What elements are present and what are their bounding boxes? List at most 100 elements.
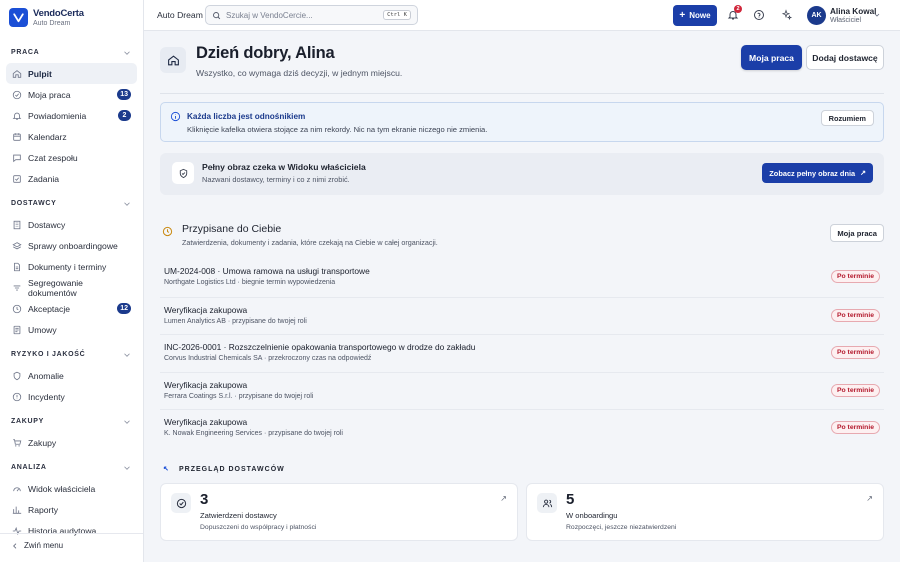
- my-work-button[interactable]: Moja praca: [830, 224, 884, 242]
- list-item[interactable]: Weryfikacja zakupowa Ferrara Coatings S.…: [160, 371, 884, 410]
- sidebar-item-powiadomienia[interactable]: Powiadomienia 2: [6, 105, 137, 126]
- sidebar-item-raporty[interactable]: Raporty: [6, 499, 137, 520]
- stat-subtitle: Rozpoczęci, jeszcze niezatwierdzeni: [566, 524, 677, 531]
- count-badge: 12: [117, 303, 131, 314]
- nav-section-label: Ryzyko i jakość: [11, 351, 86, 358]
- status-badge: Po terminie: [830, 346, 880, 359]
- nav-section-dostawcy[interactable]: Dostawcy: [0, 193, 143, 214]
- cart-icon: [13, 438, 22, 447]
- nav-section-praca[interactable]: Praca: [0, 42, 143, 63]
- nav-section-analiza[interactable]: Analiza: [0, 457, 143, 478]
- sidebar-item-zakupy[interactable]: Zakupy: [6, 432, 137, 453]
- sidebar-item-label: Powiadomienia: [28, 110, 87, 121]
- search-input[interactable]: [226, 10, 384, 20]
- user-role: Właściciel: [830, 17, 862, 24]
- overview-heading: Przegląd dostawców: [163, 465, 285, 473]
- button-label: Zobacz pełny obraz dnia: [769, 168, 856, 178]
- chevron-down-icon: [124, 352, 130, 357]
- check-circle-icon: [171, 493, 191, 513]
- sidebar-item-umowy[interactable]: Umowy: [6, 319, 137, 340]
- report-icon: [12, 506, 22, 514]
- page-subtitle: Wszystko, co wymaga dziś decyzji, w jedn…: [196, 68, 403, 78]
- collapse-menu-button[interactable]: Zwiń menu: [11, 541, 63, 550]
- sidebar-item-moja-praca[interactable]: Moja praca 13: [6, 84, 137, 105]
- stat-value: 5: [566, 491, 575, 508]
- add-supplier-button[interactable]: Dodaj dostawcę: [806, 45, 884, 70]
- home-icon: [160, 47, 186, 73]
- gauge-icon: [13, 486, 21, 491]
- sidebar-item-segregowanie[interactable]: Segregowanie dokumentów: [6, 277, 137, 298]
- my-work-button[interactable]: Moja praca: [741, 45, 802, 70]
- status-badge: Po terminie: [830, 308, 880, 322]
- list-item[interactable]: Weryfikacja zakupowa K. Nowak Engineerin…: [160, 409, 884, 447]
- alert-icon: [12, 392, 22, 401]
- notifications-button[interactable]: 2: [726, 5, 742, 22]
- search-box[interactable]: Ctrl K: [205, 5, 418, 25]
- count-badge: 2: [118, 110, 131, 121]
- sidebar-item-anomalie[interactable]: Anomalie: [6, 365, 137, 386]
- brand[interactable]: VendoCerta Auto Dream: [0, 0, 143, 34]
- building-icon: [13, 220, 21, 229]
- stat-card-approved[interactable]: 3 Zatwierdzeni dostawcy Dopuszczeni do w…: [160, 483, 518, 541]
- divider: [160, 93, 884, 94]
- layers-icon: [12, 241, 22, 249]
- info-banner: Każda liczba jest odnośnikiem Kliknięcie…: [160, 102, 884, 142]
- owner-title: Pełny obraz czeka w Widoku właściciela: [202, 162, 366, 172]
- sidebar-item-akceptacje[interactable]: Akceptacje 12: [6, 298, 137, 319]
- nav-section-label: Dostawcy: [11, 200, 57, 207]
- help-icon: [754, 10, 764, 20]
- avatar[interactable]: AK: [807, 6, 826, 25]
- new-button[interactable]: + Nowe: [673, 5, 717, 26]
- user-menu[interactable]: Alina Kowal Właściciel: [830, 7, 876, 24]
- sparkle-button[interactable]: [780, 8, 794, 22]
- see-full-picture-button[interactable]: Zobacz pełny obraz dnia ↗: [762, 163, 873, 183]
- sidebar-item-label: Anomalie: [28, 370, 64, 381]
- info-icon: [170, 111, 181, 122]
- item-title: INC-2026-0001 · Rozszczelnienie opakowan…: [164, 342, 476, 352]
- sidebar-item-kalendarz[interactable]: Kalendarz: [6, 126, 137, 147]
- clock-icon: [162, 226, 173, 237]
- sidebar-item-label: Zakupy: [28, 437, 57, 448]
- sidebar-item-dokumenty[interactable]: Dokumenty i terminy: [6, 256, 137, 277]
- brand-name: VendoCerta: [33, 7, 84, 19]
- chevron-down-icon[interactable]: [873, 11, 881, 19]
- item-subtitle: Lumen Analytics AB · przypisane do twoje…: [164, 317, 307, 325]
- list-item[interactable]: Weryfikacja zakupowa Lumen Analytics AB …: [160, 296, 884, 335]
- sidebar-item-sprawy-onboardingowe[interactable]: Sprawy onboardingowe: [6, 235, 137, 256]
- sidebar-item-dostawcy[interactable]: Dostawcy: [6, 214, 137, 235]
- item-title: Weryfikacja zakupowa: [164, 379, 248, 390]
- stat-card-onboarding[interactable]: 5 W onboardingu Rozpoczęci, jeszcze niez…: [526, 483, 884, 541]
- home-icon: [12, 69, 22, 78]
- dismiss-button[interactable]: Rozumiem: [820, 110, 874, 126]
- sidebar-item-historia-audytowa[interactable]: Historia audytowa: [6, 520, 137, 541]
- list-item[interactable]: INC-2026-0001 · Rozszczelnienie opakowan…: [160, 334, 884, 372]
- sidebar-item-pulpit[interactable]: Pulpit: [6, 63, 137, 84]
- users-icon: [537, 493, 557, 513]
- main-content: Dzień dobry, Alina Wszystko, co wymaga d…: [144, 31, 900, 562]
- count-badge: 13: [117, 89, 131, 100]
- sidebar-item-label: Segregowanie dokumentów: [28, 277, 83, 298]
- search-icon: [213, 11, 221, 19]
- nav-section-ryzyko[interactable]: Ryzyko i jakość: [0, 344, 143, 365]
- org-name[interactable]: Auto Dream: [157, 10, 203, 20]
- sidebar-item-incydenty[interactable]: Incydenty: [6, 386, 137, 407]
- item-title: Weryfikacja zakupowa: [164, 417, 248, 427]
- sidebar-item-label: Moja praca: [28, 89, 71, 100]
- sidebar-item-label: Sprawy onboardingowe: [28, 240, 118, 251]
- calendar-icon: [13, 132, 21, 141]
- stat-subtitle: Dopuszczeni do współpracy i płatności: [200, 524, 317, 531]
- activity-icon: [12, 526, 22, 535]
- nav-section-zakupy[interactable]: Zakupy: [0, 411, 143, 432]
- help-button[interactable]: [752, 8, 766, 22]
- item-subtitle: Ferrara Coatings S.r.l. · przypisane do …: [164, 392, 314, 400]
- list-item[interactable]: UM-2024-008 · Umowa ramowa na usługi tra…: [160, 259, 884, 297]
- sidebar-item-czat[interactable]: Czat zespołu: [6, 147, 137, 168]
- sidebar-item-widok-wlasciciela[interactable]: Widok właściciela: [6, 478, 137, 499]
- nav-section-label: Analiza: [11, 464, 47, 471]
- owner-subtitle: Nazwani dostawcy, terminy i co z nimi zr…: [202, 175, 350, 184]
- status-badge: Po terminie: [830, 270, 880, 283]
- sidebar-nav: Praca Pulpit Moja praca 13 Powiadomienia…: [0, 42, 143, 541]
- sidebar-item-zadania[interactable]: Zadania: [6, 168, 137, 189]
- arrow-up-right-icon: ↗: [500, 494, 507, 503]
- sparkle-icon: [781, 9, 793, 21]
